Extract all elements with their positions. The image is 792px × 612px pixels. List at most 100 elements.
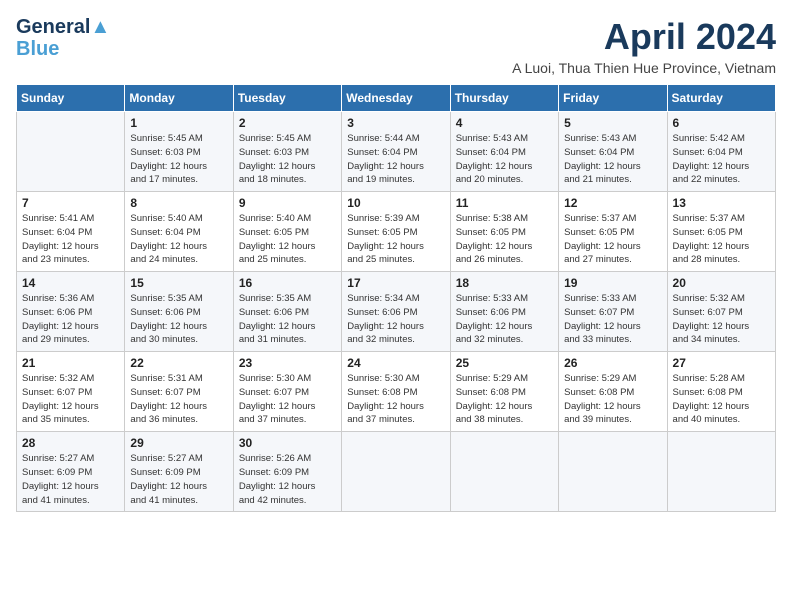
weekday-header-friday: Friday — [559, 85, 667, 112]
calendar-cell — [450, 432, 558, 512]
day-info: Sunrise: 5:27 AMSunset: 6:09 PMDaylight:… — [130, 452, 227, 507]
calendar-cell: 30 Sunrise: 5:26 AMSunset: 6:09 PMDayligh… — [233, 432, 341, 512]
day-info: Sunrise: 5:39 AMSunset: 6:05 PMDaylight:… — [347, 212, 444, 267]
day-info: Sunrise: 5:27 AMSunset: 6:09 PMDaylight:… — [22, 452, 119, 507]
day-info: Sunrise: 5:33 AMSunset: 6:06 PMDaylight:… — [456, 292, 553, 347]
day-info: Sunrise: 5:43 AMSunset: 6:04 PMDaylight:… — [564, 132, 661, 187]
logo-line2: Blue — [16, 38, 110, 60]
calendar-cell: 10Sunrise: 5:39 AMSunset: 6:05 PMDayligh… — [342, 192, 450, 272]
calendar-cell: 22 Sunrise: 5:31 AMSunset: 6:07 PMDayligh… — [125, 352, 233, 432]
day-info: Sunrise: 5:44 AMSunset: 6:04 PMDaylight:… — [347, 132, 444, 187]
weekday-header-thursday: Thursday — [450, 85, 558, 112]
month-title: April 2024 — [512, 16, 776, 58]
day-info: Sunrise: 5:30 AMSunset: 6:07 PMDaylight:… — [239, 372, 336, 427]
calendar-cell: 27Sunrise: 5:28 AMSunset: 6:08 PMDayligh… — [667, 352, 775, 432]
day-info: Sunrise: 5:35 AMSunset: 6:06 PMDaylight:… — [239, 292, 336, 347]
weekday-header-tuesday: Tuesday — [233, 85, 341, 112]
day-info: Sunrise: 5:37 AMSunset: 6:05 PMDaylight:… — [673, 212, 770, 267]
day-number: 4 — [456, 116, 553, 130]
weekday-header-row: SundayMondayTuesdayWednesdayThursdayFrid… — [17, 85, 776, 112]
day-info: Sunrise: 5:42 AMSunset: 6:04 PMDaylight:… — [673, 132, 770, 187]
day-info: Sunrise: 5:36 AMSunset: 6:06 PMDaylight:… — [22, 292, 119, 347]
calendar-cell: 8 Sunrise: 5:40 AMSunset: 6:04 PMDaylight… — [125, 192, 233, 272]
day-info: Sunrise: 5:26 AMSunset: 6:09 PMDaylight:… — [239, 452, 336, 507]
day-info: Sunrise: 5:37 AMSunset: 6:05 PMDaylight:… — [564, 212, 661, 267]
weekday-header-saturday: Saturday — [667, 85, 775, 112]
day-number: 24 — [347, 356, 444, 370]
day-number: 9 — [239, 196, 336, 210]
calendar-cell: 16 Sunrise: 5:35 AMSunset: 6:06 PMDayligh… — [233, 272, 341, 352]
day-number: 29 — [130, 436, 227, 450]
day-info: Sunrise: 5:30 AMSunset: 6:08 PMDaylight:… — [347, 372, 444, 427]
day-number: 25 — [456, 356, 553, 370]
day-number: 22 — [130, 356, 227, 370]
logo: General▲ Blue — [16, 16, 110, 60]
day-number: 16 — [239, 276, 336, 290]
day-info: Sunrise: 5:29 AMSunset: 6:08 PMDaylight:… — [456, 372, 553, 427]
calendar-cell: 24 Sunrise: 5:30 AMSunset: 6:08 PMDayligh… — [342, 352, 450, 432]
calendar-cell: 25 Sunrise: 5:29 AMSunset: 6:08 PMDayligh… — [450, 352, 558, 432]
calendar-cell: 9 Sunrise: 5:40 AMSunset: 6:05 PMDaylight… — [233, 192, 341, 272]
day-number: 30 — [239, 436, 336, 450]
day-number: 11 — [456, 196, 553, 210]
day-info: Sunrise: 5:40 AMSunset: 6:04 PMDaylight:… — [130, 212, 227, 267]
day-number: 18 — [456, 276, 553, 290]
calendar-cell — [17, 112, 125, 192]
calendar-cell: 7 Sunrise: 5:41 AMSunset: 6:04 PMDaylight… — [17, 192, 125, 272]
title-block: April 2024 A Luoi, Thua Thien Hue Provin… — [512, 16, 776, 76]
calendar-cell: 3 Sunrise: 5:44 AMSunset: 6:04 PMDaylight… — [342, 112, 450, 192]
day-number: 7 — [22, 196, 119, 210]
day-info: Sunrise: 5:34 AMSunset: 6:06 PMDaylight:… — [347, 292, 444, 347]
weekday-header-sunday: Sunday — [17, 85, 125, 112]
day-info: Sunrise: 5:31 AMSunset: 6:07 PMDaylight:… — [130, 372, 227, 427]
calendar-cell: 23 Sunrise: 5:30 AMSunset: 6:07 PMDayligh… — [233, 352, 341, 432]
day-number: 20 — [673, 276, 770, 290]
calendar-cell — [667, 432, 775, 512]
week-row-2: 7 Sunrise: 5:41 AMSunset: 6:04 PMDaylight… — [17, 192, 776, 272]
day-number: 21 — [22, 356, 119, 370]
day-number: 2 — [239, 116, 336, 130]
day-number: 26 — [564, 356, 661, 370]
day-number: 8 — [130, 196, 227, 210]
day-info: Sunrise: 5:38 AMSunset: 6:05 PMDaylight:… — [456, 212, 553, 267]
day-number: 12 — [564, 196, 661, 210]
week-row-3: 14Sunrise: 5:36 AMSunset: 6:06 PMDayligh… — [17, 272, 776, 352]
day-number: 1 — [130, 116, 227, 130]
calendar-cell: 13 Sunrise: 5:37 AMSunset: 6:05 PMDayligh… — [667, 192, 775, 272]
calendar-cell: 29 Sunrise: 5:27 AMSunset: 6:09 PMDayligh… — [125, 432, 233, 512]
location-title: A Luoi, Thua Thien Hue Province, Vietnam — [512, 60, 776, 76]
day-info: Sunrise: 5:32 AMSunset: 6:07 PMDaylight:… — [22, 372, 119, 427]
calendar-cell — [342, 432, 450, 512]
calendar-cell: 12 Sunrise: 5:37 AMSunset: 6:05 PMDayligh… — [559, 192, 667, 272]
day-info: Sunrise: 5:32 AMSunset: 6:07 PMDaylight:… — [673, 292, 770, 347]
calendar-cell: 2 Sunrise: 5:45 AMSunset: 6:03 PMDaylight… — [233, 112, 341, 192]
day-info: Sunrise: 5:41 AMSunset: 6:04 PMDaylight:… — [22, 212, 119, 267]
calendar-cell: 17 Sunrise: 5:34 AMSunset: 6:06 PMDayligh… — [342, 272, 450, 352]
week-row-4: 21 Sunrise: 5:32 AMSunset: 6:07 PMDayligh… — [17, 352, 776, 432]
calendar-table: SundayMondayTuesdayWednesdayThursdayFrid… — [16, 84, 776, 512]
day-number: 13 — [673, 196, 770, 210]
weekday-header-monday: Monday — [125, 85, 233, 112]
day-number: 17 — [347, 276, 444, 290]
day-info: Sunrise: 5:33 AMSunset: 6:07 PMDaylight:… — [564, 292, 661, 347]
calendar-cell: 26 Sunrise: 5:29 AMSunset: 6:08 PMDayligh… — [559, 352, 667, 432]
calendar-cell: 1 Sunrise: 5:45 AMSunset: 6:03 PMDaylight… — [125, 112, 233, 192]
day-info: Sunrise: 5:45 AMSunset: 6:03 PMDaylight:… — [239, 132, 336, 187]
calendar-cell: 20 Sunrise: 5:32 AMSunset: 6:07 PMDayligh… — [667, 272, 775, 352]
calendar-cell: 21 Sunrise: 5:32 AMSunset: 6:07 PMDayligh… — [17, 352, 125, 432]
day-info: Sunrise: 5:40 AMSunset: 6:05 PMDaylight:… — [239, 212, 336, 267]
logo-line1: General▲ — [16, 16, 110, 38]
day-info: Sunrise: 5:45 AMSunset: 6:03 PMDaylight:… — [130, 132, 227, 187]
day-number: 5 — [564, 116, 661, 130]
calendar-cell: 6Sunrise: 5:42 AMSunset: 6:04 PMDaylight… — [667, 112, 775, 192]
calendar-cell — [559, 432, 667, 512]
day-info: Sunrise: 5:29 AMSunset: 6:08 PMDaylight:… — [564, 372, 661, 427]
day-number: 3 — [347, 116, 444, 130]
day-number: 27 — [673, 356, 770, 370]
day-number: 23 — [239, 356, 336, 370]
week-row-5: 28 Sunrise: 5:27 AMSunset: 6:09 PMDayligh… — [17, 432, 776, 512]
week-row-1: 1 Sunrise: 5:45 AMSunset: 6:03 PMDaylight… — [17, 112, 776, 192]
day-number: 28 — [22, 436, 119, 450]
day-info: Sunrise: 5:35 AMSunset: 6:06 PMDaylight:… — [130, 292, 227, 347]
calendar-cell: 14Sunrise: 5:36 AMSunset: 6:06 PMDayligh… — [17, 272, 125, 352]
